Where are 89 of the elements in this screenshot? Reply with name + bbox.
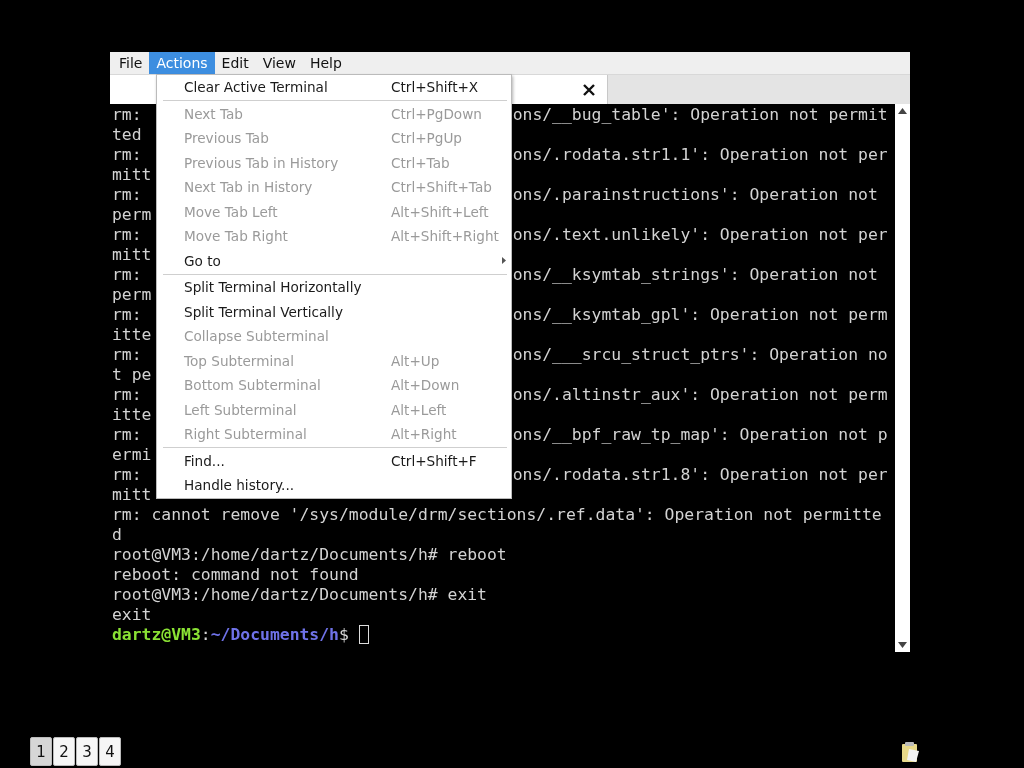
terminal-line: rm:: [112, 185, 142, 204]
menu-item-label: Bottom Subterminal: [184, 377, 322, 394]
shortcut-text: Alt+Left: [391, 401, 447, 418]
menu-item-label: Handle history...: [184, 477, 296, 494]
terminal-line: ons/.text.unlikely': Operation not per: [512, 225, 888, 245]
workspace-button[interactable]: 3: [76, 737, 98, 766]
terminal-line: mitt: [112, 245, 152, 264]
prompt-symbol: $: [339, 625, 349, 645]
prompt-path: ~/Documents/h: [210, 625, 339, 645]
workspace-button[interactable]: 2: [53, 737, 75, 766]
terminal-line: perm: [112, 285, 152, 304]
menu-item-label: Split Terminal Vertically: [184, 303, 344, 320]
terminal-line: itte: [112, 325, 152, 344]
menu-bar-item[interactable]: View: [255, 52, 303, 74]
submenu-arrow-icon: [502, 257, 506, 265]
terminal-line: exit: [112, 605, 152, 625]
menu-item[interactable]: Split Terminal Vertically: [157, 299, 511, 324]
shortcut-text: Alt+Up: [391, 352, 440, 369]
menu-item[interactable]: Handle history...: [157, 473, 511, 498]
terminal-line: ons/___srcu_struct_ptrs': Operation no: [512, 345, 888, 365]
terminal-line: ons/__ksymtab_gpl': Operation not perm: [512, 305, 888, 325]
terminal-line: mitt: [112, 165, 152, 184]
shortcut-text: Ctrl+PgUp: [391, 130, 462, 147]
terminal-line: perm: [112, 205, 152, 224]
shortcut-text: Ctrl+Tab: [391, 154, 450, 171]
terminal-line: rm:: [112, 265, 142, 284]
shortcut-text: Ctrl+Shift+Tab: [391, 179, 492, 196]
menu-bar-item[interactable]: Edit: [214, 52, 256, 74]
scroll-up-icon[interactable]: [898, 108, 907, 114]
terminal-line: mitt: [112, 485, 152, 504]
terminal-line: rm:: [112, 345, 142, 364]
menu-item-label: Go to: [184, 252, 222, 269]
terminal-line: ermi: [112, 445, 152, 464]
menu-item-label: Clear Active Terminal: [184, 79, 329, 96]
terminal-line: rm:: [112, 305, 142, 324]
terminal-line: rm:: [112, 425, 142, 444]
menu-item-label: Collapse Subterminal: [184, 328, 330, 345]
menu-bar-item[interactable]: Help: [302, 52, 349, 74]
shortcut-text: Ctrl+PgDown: [391, 105, 482, 122]
terminal-line: rm: cannot remove '/sys/module/drm/sections/.ref.data': Operation not permitte: [112, 505, 882, 525]
menu-bar-item[interactable]: File: [112, 52, 150, 74]
terminal-line: ted: [112, 125, 142, 144]
prompt-separator: :: [200, 625, 211, 645]
terminal-line: ons/.rodata.str1.8': Operation not per: [512, 465, 888, 485]
menu-item[interactable]: Go to: [157, 248, 511, 273]
terminal-line: ons/__ksymtab_strings': Operation not: [512, 265, 878, 285]
shortcut-text: Ctrl+Shift+X: [391, 79, 479, 96]
menu-item-label: Move Tab Right: [184, 228, 289, 245]
terminal-line: root@VM3:/home/dartz/Documents/h# exit: [112, 585, 487, 605]
terminal-line: root@VM3:/home/dartz/Documents/h# reboot: [112, 545, 507, 565]
terminal-line: rm:: [112, 145, 142, 164]
terminal-line: d: [112, 525, 122, 545]
menu-item[interactable]: Split Terminal Horizontally: [157, 275, 511, 300]
terminal-line: ons/.parainstructions': Operation not: [512, 185, 878, 205]
shortcut-text: Alt+Shift+Left: [391, 203, 489, 220]
menu-item-label: Next Tab in History: [184, 179, 314, 196]
menu-item-label: Move Tab Left: [184, 203, 279, 220]
menu-item-label: Split Terminal Horizontally: [184, 279, 363, 296]
terminal-line: rm:: [112, 385, 142, 404]
terminal-line: t pe: [112, 365, 152, 384]
scroll-down-icon[interactable]: [898, 642, 907, 648]
cursor: [358, 625, 369, 644]
clipboard-icon[interactable]: [900, 741, 922, 763]
menu-item-label: Next Tab: [184, 105, 244, 122]
terminal-line: ons/.rodata.str1.1': Operation not per: [512, 145, 888, 165]
menu-item-label: Previous Tab in History: [184, 154, 340, 171]
menu-item-label: Find...: [184, 452, 226, 469]
terminal-line: rm:: [112, 225, 142, 244]
terminal-line: rm:: [112, 105, 142, 124]
terminal-line: ons/__bug_table': Operation not permit: [512, 105, 888, 125]
workspace-button[interactable]: 4: [99, 737, 121, 766]
terminal-line: rm:: [112, 465, 142, 484]
scrollbar[interactable]: [895, 104, 910, 652]
terminal-line: ons/.altinstr_aux': Operation not perm: [512, 385, 888, 405]
shortcut-text: Alt+Down: [391, 377, 460, 394]
shortcut-text: Alt+Right: [391, 426, 457, 443]
menu-item-label: Top Subterminal: [184, 352, 295, 369]
terminal-line: itte: [112, 405, 152, 424]
menu-item-label: Left Subterminal: [184, 401, 298, 418]
shortcut-text: Alt+Shift+Right: [391, 228, 499, 245]
terminal-line: reboot: command not found: [112, 565, 359, 585]
prompt-user: dartz@VM3: [112, 625, 201, 645]
menu-item[interactable]: Find... Ctrl+Shift+F: [157, 448, 511, 473]
workspace-button[interactable]: 1: [30, 737, 52, 766]
shortcut-text: Ctrl+Shift+F: [391, 452, 477, 469]
menu-item-label: Right Subterminal: [184, 426, 308, 443]
close-icon[interactable]: [583, 83, 595, 96]
terminal-line: ons/__bpf_raw_tp_map': Operation not p: [512, 425, 888, 445]
menu-item-label: Previous Tab: [184, 130, 270, 147]
